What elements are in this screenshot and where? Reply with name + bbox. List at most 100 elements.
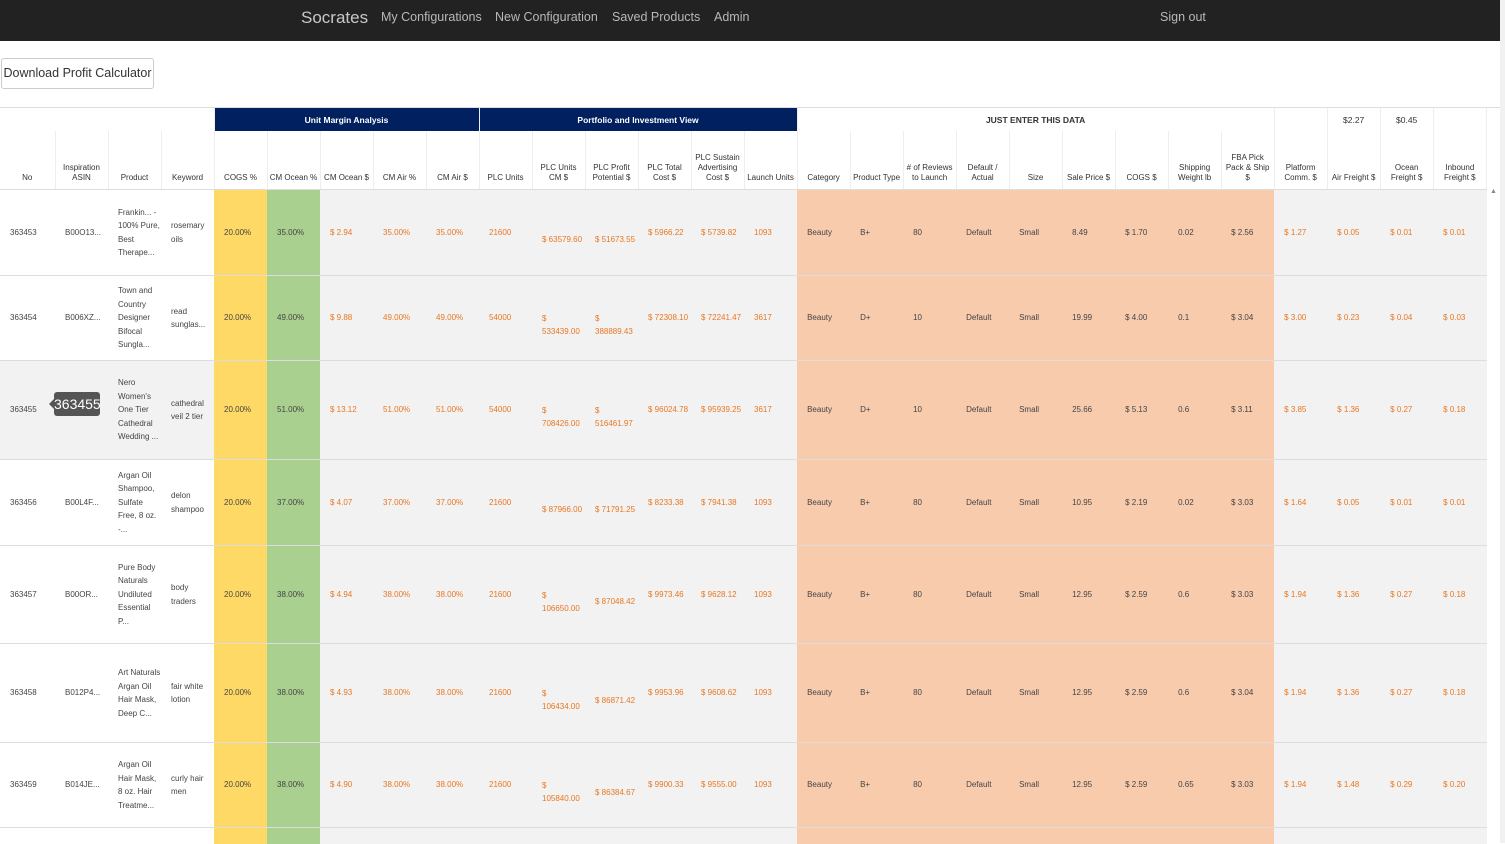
cell-plc-profit[interactable]: $ 86384.67 — [585, 743, 638, 828]
cell-plc-profit[interactable]: $ 388889.43 — [585, 276, 638, 361]
cell-reviews[interactable]: 80 — [903, 546, 956, 644]
cell-cogs-usd[interactable]: $ 2.59 — [1115, 546, 1168, 644]
cell-cm-air-pct[interactable]: 38.00% — [373, 644, 426, 743]
cell-plc-profit[interactable]: $ 51673.55 — [585, 190, 638, 276]
cell-default-actual[interactable]: Default — [956, 190, 1009, 276]
cell-fba[interactable]: $ 3.04 — [1221, 276, 1274, 361]
cell-size[interactable]: Small — [1009, 276, 1062, 361]
cell-product-type[interactable]: D+ — [850, 276, 903, 361]
cell-launch-units[interactable]: 1093 — [744, 190, 797, 276]
cell-ship-weight[interactable]: 0.02 — [1168, 460, 1221, 546]
cell-product-type[interactable]: B+ — [850, 644, 903, 743]
cell-plc-profit[interactable]: $ 71791.25 — [585, 460, 638, 546]
cell-no[interactable]: 363453 — [0, 190, 55, 276]
table-row[interactable]: 363453B00O13...Frankin... - 100% Pure, B… — [0, 190, 1487, 276]
cell-no[interactable]: 363456 — [0, 460, 55, 546]
cell-launch-units[interactable]: 1093 — [744, 546, 797, 644]
col-header-sale-price[interactable]: Sale Price $ — [1062, 131, 1115, 190]
cell-product[interactable]: Art Naturals Argan Oil Hair Mask, Deep C… — [108, 644, 161, 743]
cell-platform[interactable]: $ 1.94 — [1274, 546, 1327, 644]
cell-cogs-pct[interactable]: 20.00% — [214, 460, 267, 546]
cell-plc-units[interactable]: 54000 — [479, 361, 532, 460]
cell-plc-units-cm[interactable]: $ 87966.00 — [532, 460, 585, 546]
nav-my-configurations[interactable]: My Configurations — [381, 10, 482, 24]
cell-reviews[interactable]: 10 — [903, 361, 956, 460]
cell-keyword[interactable]: cathedral veil 2 tier — [161, 361, 214, 460]
col-header-air-freight[interactable]: Air Freight $ — [1327, 131, 1380, 190]
cell-plc-units-cm[interactable]: $ 105840.00 — [532, 743, 585, 828]
cell-cm-ocean-pct[interactable] — [267, 828, 320, 844]
cell-launch-units[interactable]: 1093 — [744, 743, 797, 828]
cell-cm-air-pct[interactable]: 38.00% — [373, 743, 426, 828]
page-scrollbar[interactable] — [1500, 0, 1505, 843]
cell-ocean-freight[interactable]: $ 0.27 — [1380, 546, 1433, 644]
cell-cm-air-pct[interactable] — [373, 828, 426, 844]
cell-ship-weight[interactable]: 0.65 — [1168, 743, 1221, 828]
cell-ship-weight[interactable]: 0.1 — [1168, 276, 1221, 361]
cell-cm-ocean-usd[interactable]: $ 2.94 — [320, 190, 373, 276]
cell-cm-ocean-usd[interactable]: $ 4.90 — [320, 743, 373, 828]
cell-default-actual[interactable]: Default — [956, 644, 1009, 743]
cell-fba[interactable]: $ 3.03 — [1221, 546, 1274, 644]
cell-inbound[interactable]: $ 0.01 — [1433, 190, 1486, 276]
cell-cm-air-usd[interactable]: 35.00% — [426, 190, 479, 276]
cell-inbound[interactable] — [1433, 828, 1486, 844]
scroll-up-arrow-icon[interactable]: ▲ — [1490, 188, 1497, 195]
cell-reviews[interactable]: 80 — [903, 460, 956, 546]
cell-no[interactable]: 363459 — [0, 743, 55, 828]
cell-plc-total-cost[interactable]: $ 5966.22 — [638, 190, 691, 276]
cell-plc-sustain[interactable]: $ 95939.25 — [691, 361, 744, 460]
cell-size[interactable]: Small — [1009, 190, 1062, 276]
cell-plc-units[interactable]: 54000 — [479, 276, 532, 361]
cell-air-freight[interactable]: $ 1.36 — [1327, 644, 1380, 743]
cell-air-freight[interactable]: $ 0.05 — [1327, 460, 1380, 546]
cell-plc-total-cost[interactable]: $ 9900.33 — [638, 743, 691, 828]
col-header-plc-profit[interactable]: PLC Profit Potential $ — [585, 131, 638, 190]
cell-product[interactable]: Argan Oil Shampoo, Sulfate Free, 8 oz. -… — [108, 460, 161, 546]
cell-keyword[interactable]: rosemary oils — [161, 190, 214, 276]
cell-product-type[interactable]: B+ — [850, 743, 903, 828]
cell-keyword[interactable]: fair white lotion — [161, 644, 214, 743]
cell-plc-profit[interactable]: $ 87048.42 — [585, 546, 638, 644]
cell-category[interactable] — [797, 828, 850, 844]
cell-plc-sustain[interactable]: $ 9555.00 — [691, 743, 744, 828]
cell-size[interactable]: Small — [1009, 361, 1062, 460]
cell-cogs-usd[interactable]: $ 2.59 — [1115, 743, 1168, 828]
cell-size[interactable]: Small — [1009, 460, 1062, 546]
cell-no[interactable]: 363457 — [0, 546, 55, 644]
nav-saved-products[interactable]: Saved Products — [612, 10, 700, 24]
cell-size[interactable]: Small — [1009, 644, 1062, 743]
cell-cogs-usd[interactable]: $ 4.00 — [1115, 276, 1168, 361]
cell-reviews[interactable]: 80 — [903, 644, 956, 743]
col-header-default-actual[interactable]: Default / Actual — [956, 131, 1009, 190]
cell-plc-sustain[interactable]: $ 72241.47 — [691, 276, 744, 361]
table-row[interactable]: 100% — [0, 828, 1487, 844]
cell-ship-weight[interactable]: 0.6 — [1168, 644, 1221, 743]
cell-inbound[interactable]: $ 0.18 — [1433, 361, 1486, 460]
cell-platform[interactable]: $ 3.00 — [1274, 276, 1327, 361]
cell-category[interactable]: Beauty — [797, 361, 850, 460]
table-row[interactable]: 363459B014JE...Argan Oil Hair Mask, 8 oz… — [0, 743, 1487, 828]
cell-launch-units[interactable]: 1093 — [744, 644, 797, 743]
cell-air-freight[interactable]: $ 1.48 — [1327, 743, 1380, 828]
cell-plc-units[interactable]: 21600 — [479, 460, 532, 546]
cell-asin[interactable]: B00OR... — [55, 546, 108, 644]
cell-keyword[interactable]: curly hair men — [161, 743, 214, 828]
cell-keyword[interactable]: delon shampoo — [161, 460, 214, 546]
cell-no[interactable]: 363458 — [0, 644, 55, 743]
cell-cogs-usd[interactable]: $ 2.59 — [1115, 644, 1168, 743]
download-profit-calculator-button[interactable]: Download Profit Calculator — [1, 58, 154, 89]
cell-cm-ocean-pct[interactable]: 35.00% — [267, 190, 320, 276]
col-header-size[interactable]: Size — [1009, 131, 1062, 190]
col-header-launch-units[interactable]: Launch Units — [744, 131, 797, 190]
cell-cm-air-usd[interactable] — [426, 828, 479, 844]
cell-plc-units-cm[interactable]: $ 533439.00 — [532, 276, 585, 361]
cell-product[interactable]: Frankin... - 100% Pure, Best Therape... — [108, 190, 161, 276]
cell-plc-units-cm[interactable] — [532, 828, 585, 844]
cell-ship-weight[interactable]: 0.6 — [1168, 361, 1221, 460]
cell-plc-units[interactable] — [479, 828, 532, 844]
col-header-reviews[interactable]: # of Reviews to Launch — [903, 131, 956, 190]
cell-cogs-pct[interactable]: 20.00% — [214, 546, 267, 644]
cell-product-type[interactable]: B+ — [850, 460, 903, 546]
cell-default-actual[interactable]: Default — [956, 361, 1009, 460]
